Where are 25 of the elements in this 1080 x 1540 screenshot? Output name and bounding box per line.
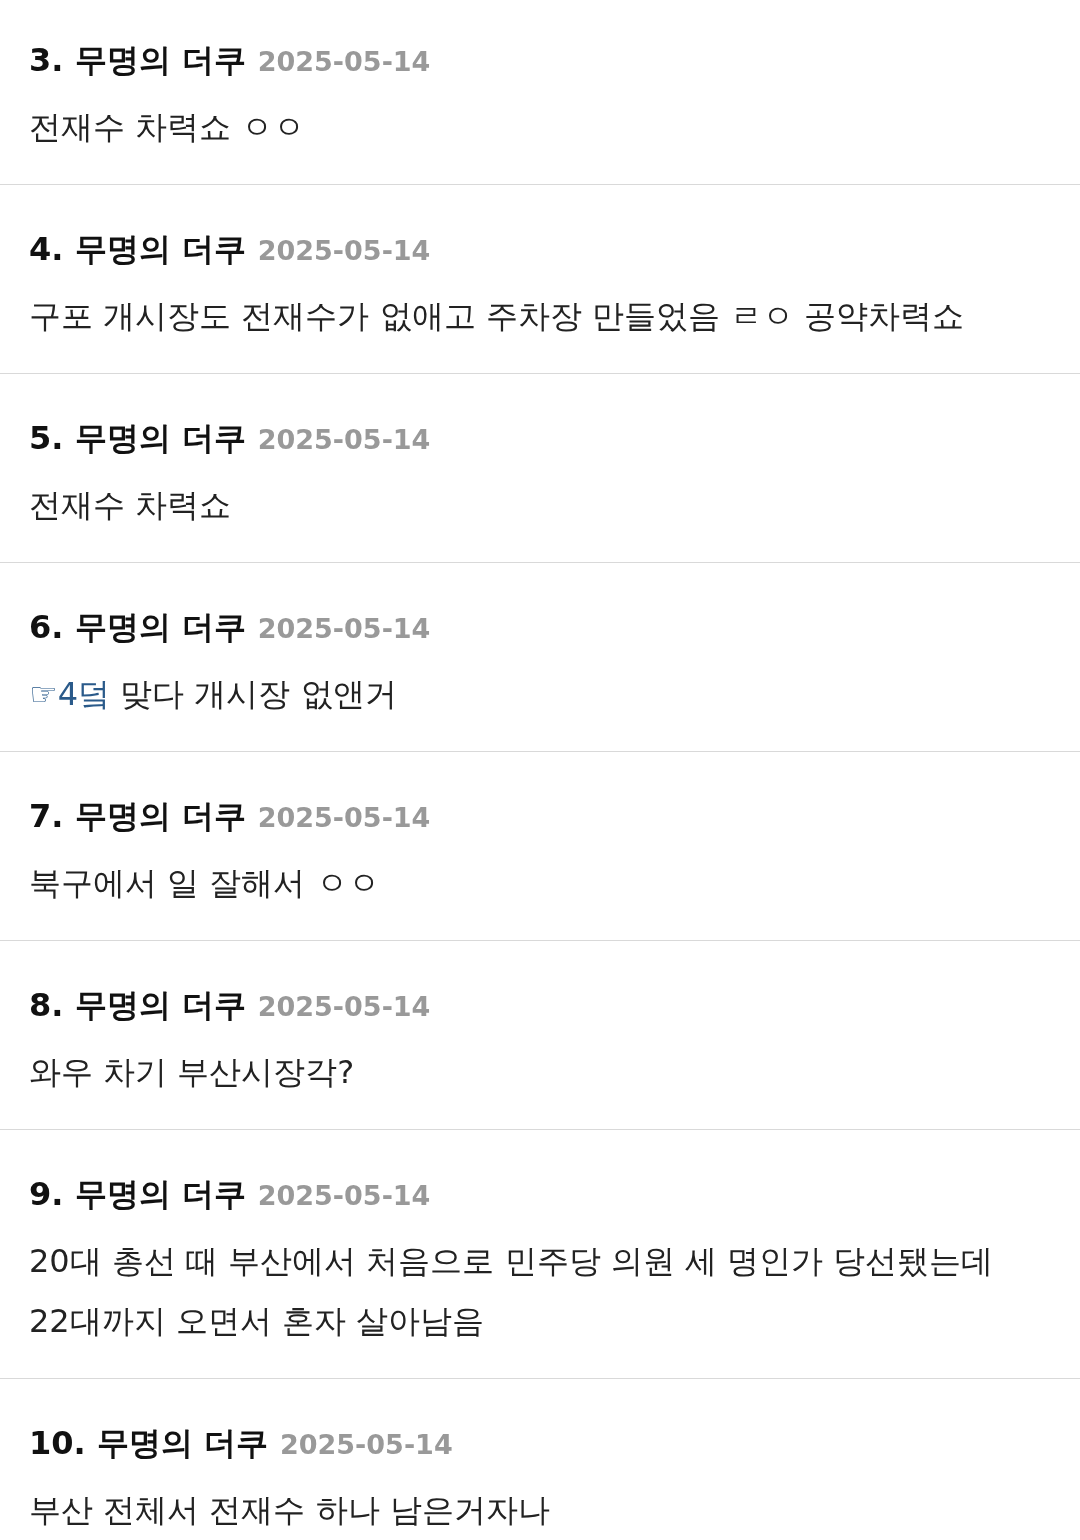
comment-author: 10. 무명의 더쿠 (29, 1423, 268, 1464)
comment-date: 2025-05-14 (279, 1428, 453, 1462)
comment-author: 9. 무명의 더쿠 (29, 1174, 246, 1215)
comment-text: 구포 개시장도 전재수가 없애고 주차장 만들었음 ㄹㅇ 공약차력쇼 (29, 296, 966, 337)
comment-date: 2025-05-14 (257, 801, 431, 835)
comment-author: 7. 무명의 더쿠 (29, 796, 246, 837)
comment-date: 2025-05-14 (257, 1179, 431, 1213)
reply-link[interactable]: ☞4덬 (29, 675, 111, 713)
comment-date: 2025-05-14 (257, 990, 431, 1024)
comment-author: 3. 무명의 더쿠 (29, 40, 246, 81)
comment-text: 북구에서 일 잘해서 ㅇㅇ (29, 863, 381, 904)
comment-text: ☞4덬 맞다 개시장 없앤거 (29, 674, 398, 715)
comment-author: 4. 무명의 더쿠 (29, 229, 246, 270)
comment-text: 와우 차기 부산시장각? (29, 1052, 356, 1093)
comment-text: 부산 전체서 전재수 하나 남은거자나 (29, 1490, 551, 1531)
comment-author: 6. 무명의 더쿠 (29, 607, 246, 648)
comment-date: 2025-05-14 (257, 45, 431, 79)
comment-text: 20대 총선 때 부산에서 처음으로 민주당 의원 세 명인가 당선됐는데 22대까지 오면서 혼자 살아남음 (29, 1241, 995, 1342)
comment-text: 전재수 차력쇼 ㅇㅇ (29, 107, 307, 148)
comment-author: 8. 무명의 더쿠 (29, 985, 246, 1026)
comment-date: 2025-05-14 (257, 423, 431, 457)
comment-author: 5. 무명의 더쿠 (29, 418, 246, 459)
comment-text: 전재수 차력쇼 (29, 485, 233, 526)
comment-date: 2025-05-14 (257, 612, 431, 646)
comment-date: 2025-05-14 (257, 234, 431, 268)
